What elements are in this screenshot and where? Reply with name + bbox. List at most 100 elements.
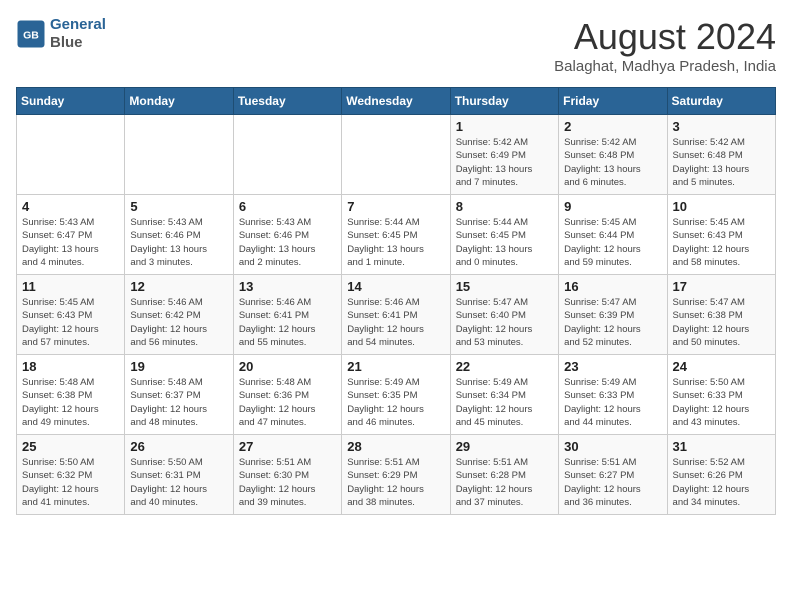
- page-header: GB GeneralBlue August 2024 Balaghat, Mad…: [16, 16, 776, 75]
- calendar-cell: 19 Sunrise: 5:48 AMSunset: 6:37 PMDayligh…: [125, 355, 233, 435]
- day-info: Sunrise: 5:44 AMSunset: 6:45 PMDaylight:…: [456, 216, 553, 269]
- day-number: 30: [564, 439, 661, 454]
- day-number: 5: [130, 199, 227, 214]
- calendar-cell: 23Sunrise: 5:49 AMSunset: 6:33 PMDayligh…: [559, 355, 667, 435]
- day-info: Sunrise: 5:43 AMSunset: 6:46 PMDaylight:…: [130, 216, 227, 269]
- calendar-cell: 22 Sunrise: 5:49 AMSunset: 6:34 PMDayligh…: [450, 355, 558, 435]
- day-number: 2: [564, 119, 661, 134]
- day-info: Sunrise: 5:51 AMSunset: 6:30 PMDaylight:…: [239, 456, 336, 509]
- calendar-cell: 3 Sunrise: 5:42 AMSunset: 6:48 PMDaylight…: [667, 115, 775, 195]
- day-number: 6: [239, 199, 336, 214]
- calendar-cell: 1 Sunrise: 5:42 AMSunset: 6:49 PMDaylight…: [450, 115, 558, 195]
- day-info: Sunrise: 5:47 AMSunset: 6:39 PMDaylight:…: [564, 296, 661, 349]
- day-number: 4: [22, 199, 119, 214]
- calendar-cell: 21Sunrise: 5:49 AMSunset: 6:35 PMDayligh…: [342, 355, 450, 435]
- day-info: Sunrise: 5:42 AMSunset: 6:49 PMDaylight:…: [456, 136, 553, 189]
- day-number: 8: [456, 199, 553, 214]
- day-number: 19: [130, 359, 227, 374]
- calendar-cell: 6Sunrise: 5:43 AMSunset: 6:46 PMDaylight…: [233, 195, 341, 275]
- day-info: Sunrise: 5:50 AMSunset: 6:31 PMDaylight:…: [130, 456, 227, 509]
- calendar-body: 1 Sunrise: 5:42 AMSunset: 6:49 PMDaylight…: [17, 115, 776, 515]
- day-number: 12: [130, 279, 227, 294]
- day-info: Sunrise: 5:49 AMSunset: 6:35 PMDaylight:…: [347, 376, 444, 429]
- calendar-cell: 2Sunrise: 5:42 AMSunset: 6:48 PMDaylight…: [559, 115, 667, 195]
- day-number: 31: [673, 439, 770, 454]
- day-number: 24: [673, 359, 770, 374]
- day-info: Sunrise: 5:47 AMSunset: 6:40 PMDaylight:…: [456, 296, 553, 349]
- day-number: 23: [564, 359, 661, 374]
- calendar-week-5: 25Sunrise: 5:50 AMSunset: 6:32 PMDayligh…: [17, 435, 776, 515]
- calendar-cell: [342, 115, 450, 195]
- day-info: Sunrise: 5:52 AMSunset: 6:26 PMDaylight:…: [673, 456, 770, 509]
- logo: GB GeneralBlue: [16, 16, 106, 52]
- day-number: 27: [239, 439, 336, 454]
- calendar-cell: 14 Sunrise: 5:46 AMSunset: 6:41 PMDayligh…: [342, 275, 450, 355]
- day-number: 22: [456, 359, 553, 374]
- calendar-cell: 4 Sunrise: 5:43 AMSunset: 6:47 PMDaylight…: [17, 195, 125, 275]
- day-info: Sunrise: 5:46 AMSunset: 6:41 PMDaylight:…: [347, 296, 444, 349]
- weekday-wednesday: Wednesday: [342, 88, 450, 115]
- calendar-cell: 16 Sunrise: 5:47 AMSunset: 6:39 PMDayligh…: [559, 275, 667, 355]
- calendar-cell: 28 Sunrise: 5:51 AMSunset: 6:29 PMDayligh…: [342, 435, 450, 515]
- calendar-cell: 11 Sunrise: 5:45 AMSunset: 6:43 PMDayligh…: [17, 275, 125, 355]
- day-number: 17: [673, 279, 770, 294]
- day-info: Sunrise: 5:49 AMSunset: 6:34 PMDaylight:…: [456, 376, 553, 429]
- calendar-cell: 30 Sunrise: 5:51 AMSunset: 6:27 PMDayligh…: [559, 435, 667, 515]
- day-number: 29: [456, 439, 553, 454]
- month-title: August 2024: [554, 16, 776, 58]
- calendar-cell: 27 Sunrise: 5:51 AMSunset: 6:30 PMDayligh…: [233, 435, 341, 515]
- weekday-friday: Friday: [559, 88, 667, 115]
- day-info: Sunrise: 5:51 AMSunset: 6:29 PMDaylight:…: [347, 456, 444, 509]
- svg-text:GB: GB: [23, 30, 39, 42]
- calendar-cell: 24 Sunrise: 5:50 AMSunset: 6:33 PMDayligh…: [667, 355, 775, 435]
- calendar-week-2: 4 Sunrise: 5:43 AMSunset: 6:47 PMDaylight…: [17, 195, 776, 275]
- day-info: Sunrise: 5:47 AMSunset: 6:38 PMDaylight:…: [673, 296, 770, 349]
- calendar-cell: [233, 115, 341, 195]
- day-info: Sunrise: 5:51 AMSunset: 6:27 PMDaylight:…: [564, 456, 661, 509]
- day-number: 9: [564, 199, 661, 214]
- calendar-cell: 26 Sunrise: 5:50 AMSunset: 6:31 PMDayligh…: [125, 435, 233, 515]
- day-info: Sunrise: 5:51 AMSunset: 6:28 PMDaylight:…: [456, 456, 553, 509]
- day-info: Sunrise: 5:50 AMSunset: 6:33 PMDaylight:…: [673, 376, 770, 429]
- day-info: Sunrise: 5:44 AMSunset: 6:45 PMDaylight:…: [347, 216, 444, 269]
- calendar-cell: 31 Sunrise: 5:52 AMSunset: 6:26 PMDayligh…: [667, 435, 775, 515]
- day-number: 26: [130, 439, 227, 454]
- day-number: 13: [239, 279, 336, 294]
- weekday-tuesday: Tuesday: [233, 88, 341, 115]
- day-number: 3: [673, 119, 770, 134]
- weekday-thursday: Thursday: [450, 88, 558, 115]
- day-info: Sunrise: 5:46 AMSunset: 6:42 PMDaylight:…: [130, 296, 227, 349]
- day-number: 7: [347, 199, 444, 214]
- calendar-cell: 5 Sunrise: 5:43 AMSunset: 6:46 PMDaylight…: [125, 195, 233, 275]
- day-info: Sunrise: 5:48 AMSunset: 6:38 PMDaylight:…: [22, 376, 119, 429]
- weekday-sunday: Sunday: [17, 88, 125, 115]
- weekday-saturday: Saturday: [667, 88, 775, 115]
- calendar-cell: 9 Sunrise: 5:45 AMSunset: 6:44 PMDaylight…: [559, 195, 667, 275]
- calendar-cell: 20Sunrise: 5:48 AMSunset: 6:36 PMDayligh…: [233, 355, 341, 435]
- day-info: Sunrise: 5:45 AMSunset: 6:43 PMDaylight:…: [22, 296, 119, 349]
- day-info: Sunrise: 5:42 AMSunset: 6:48 PMDaylight:…: [673, 136, 770, 189]
- logo-text: GeneralBlue: [50, 16, 106, 52]
- day-info: Sunrise: 5:45 AMSunset: 6:44 PMDaylight:…: [564, 216, 661, 269]
- calendar-cell: 13 Sunrise: 5:46 AMSunset: 6:41 PMDayligh…: [233, 275, 341, 355]
- day-number: 16: [564, 279, 661, 294]
- day-info: Sunrise: 5:45 AMSunset: 6:43 PMDaylight:…: [673, 216, 770, 269]
- day-info: Sunrise: 5:43 AMSunset: 6:47 PMDaylight:…: [22, 216, 119, 269]
- day-number: 28: [347, 439, 444, 454]
- day-number: 15: [456, 279, 553, 294]
- title-block: August 2024 Balaghat, Madhya Pradesh, In…: [554, 16, 776, 75]
- day-number: 25: [22, 439, 119, 454]
- calendar-table: SundayMondayTuesdayWednesdayThursdayFrid…: [16, 87, 776, 515]
- calendar-cell: [125, 115, 233, 195]
- day-info: Sunrise: 5:48 AMSunset: 6:37 PMDaylight:…: [130, 376, 227, 429]
- day-number: 14: [347, 279, 444, 294]
- calendar-cell: 17 Sunrise: 5:47 AMSunset: 6:38 PMDayligh…: [667, 275, 775, 355]
- calendar-cell: [17, 115, 125, 195]
- calendar-cell: 29 Sunrise: 5:51 AMSunset: 6:28 PMDayligh…: [450, 435, 558, 515]
- day-info: Sunrise: 5:46 AMSunset: 6:41 PMDaylight:…: [239, 296, 336, 349]
- day-number: 1: [456, 119, 553, 134]
- day-number: 10: [673, 199, 770, 214]
- day-number: 11: [22, 279, 119, 294]
- location: Balaghat, Madhya Pradesh, India: [554, 58, 776, 75]
- calendar-week-3: 11 Sunrise: 5:45 AMSunset: 6:43 PMDayligh…: [17, 275, 776, 355]
